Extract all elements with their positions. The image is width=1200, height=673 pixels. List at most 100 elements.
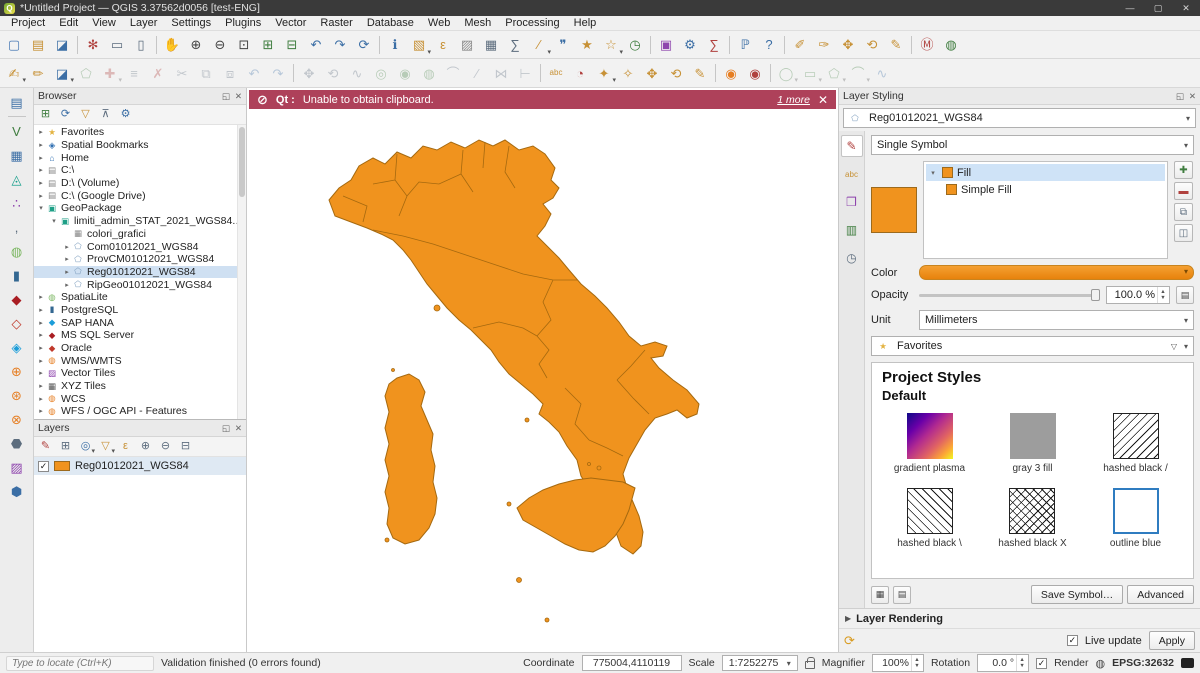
map-canvas[interactable]: ⊘ Qt : Unable to obtain clipboard. 1 mor… [247,88,838,652]
expander-icon[interactable]: ▸ [36,128,46,136]
menu-item[interactable]: Layer [123,17,165,29]
change-label-button[interactable]: ✎ [884,33,908,57]
digitize-rectangle-button[interactable]: ▭ [798,61,822,85]
fill-ring-button[interactable]: ◍ [417,61,441,85]
browser-tree-item[interactable]: ▸ ◆ Oracle [34,342,246,355]
browser-tree-item[interactable]: ▸ ▤ C:\ (Google Drive) [34,189,246,202]
list-view-button[interactable]: ▤ [893,586,911,604]
new-print-layout-button[interactable]: ▭ [105,33,129,57]
expander-icon[interactable]: ▸ [62,243,72,251]
new-project-button[interactable]: ▢ [2,33,26,57]
menu-item[interactable]: Help [567,17,604,29]
browser-tree-item[interactable]: ▸ ◍ WMS/WMTS [34,354,246,367]
layer-item[interactable]: Reg01012021_WGS84 [34,457,246,475]
menu-item[interactable]: Edit [52,17,85,29]
close-icon[interactable]: ✕ [235,91,242,102]
duplicate-symbol-layer-button[interactable]: ⧉ [1174,203,1193,221]
expander-icon[interactable]: ▸ [36,357,46,365]
undo-button[interactable]: ↶ [242,61,266,85]
menu-item[interactable]: Plugins [218,17,268,29]
statistical-summary-button[interactable]: ∑ [503,33,527,57]
expander-icon[interactable]: ▸ [36,179,46,187]
statistics-panel-button[interactable]: ∑ [702,33,726,57]
python-console-button[interactable]: ℙ [733,33,757,57]
browser-tree-item[interactable]: ▸ ⬠ Com01012021_WGS84 [34,240,246,253]
expander-icon[interactable]: ▸ [36,369,46,377]
unit-select[interactable]: Millimeters ▾ [919,310,1194,330]
new-bookmark-button[interactable]: ★ [575,33,599,57]
help-button[interactable]: ? [757,33,781,57]
cut-features-button[interactable]: ✂ [170,61,194,85]
vertex-tool-button[interactable]: ✚ [98,61,122,85]
render-checkbox[interactable] [1036,658,1047,669]
rotate-label-tool-button[interactable]: ⟲ [664,61,688,85]
rotation-spinbox[interactable]: 0.0 ° ▲▼ [977,654,1029,672]
add-ring-button[interactable]: ◎ [369,61,393,85]
multiedit-attributes-button[interactable]: ≡ [122,61,146,85]
expander-icon[interactable]: ▸ [36,154,46,162]
zoom-in-button[interactable]: ⊕ [184,33,208,57]
layer-visibility-checkbox[interactable] [38,461,49,472]
zoom-to-layer-button[interactable]: ⊟ [280,33,304,57]
expander-icon[interactable]: ▸ [62,281,72,289]
live-update-checkbox[interactable] [1067,635,1078,646]
add-raster-layer-button[interactable]: ▦ [4,143,30,167]
style-outline-blue[interactable]: outline blue [1110,488,1161,549]
add-wms-layer-button[interactable]: ⊕ [4,359,30,383]
layer-labeling-button[interactable]: abc [544,61,568,85]
add-delimited-text-layer-button[interactable]: , [4,215,30,239]
browser-tree-item[interactable]: ▾ ▣ limiti_admin_STAT_2021_WGS84.gpkg [34,215,246,228]
expander-icon[interactable]: ▾ [36,204,46,212]
coordinate-field[interactable]: 775004,4110119 [582,655,682,671]
add-vector-tile-layer-button[interactable]: ▨ [4,455,30,479]
save-layer-edits-button[interactable]: ◪ [50,61,74,85]
pin-labels-button[interactable]: ✐ [788,33,812,57]
expand-all-icon[interactable]: ⊕ [136,438,155,456]
remove-symbol-layer-button[interactable]: ▬ [1174,182,1193,200]
styling-layer-select[interactable]: ⬠ Reg01012021_WGS84 ▾ [843,108,1196,128]
identify-features-button[interactable]: ℹ [383,33,407,57]
expander-icon[interactable]: ▸ [36,331,46,339]
open-project-button[interactable]: ▤ [26,33,50,57]
lock-symbol-color-button[interactable]: ◫ [1174,224,1193,242]
remove-layer-icon[interactable]: ⊟ [176,438,195,456]
browser-tree-item[interactable]: ▸ ◍ WFS / OGC API - Features [34,405,246,418]
browser-tree-item[interactable]: ▸ ⬠ RipGeo01012021_WGS84 [34,278,246,291]
move-label-diagram-button[interactable]: ✥ [640,61,664,85]
move-label-button[interactable]: ✥ [836,33,860,57]
digitize-regular-polygon-button[interactable]: ⬠ [822,61,846,85]
browser-tree-item[interactable]: ▸ ◆ MS SQL Server [34,329,246,342]
simplify-feature-button[interactable]: ∿ [345,61,369,85]
opacity-slider[interactable] [919,288,1100,302]
expander-icon[interactable]: ▸ [36,382,46,390]
add-wfs-layer-button[interactable]: ⊛ [4,383,30,407]
layout-manager-button[interactable]: ▯ [129,33,153,57]
current-edits-button[interactable]: ✍ [2,61,26,85]
browser-tree-item[interactable]: ▸ ▤ C:\ [34,164,246,177]
icon-view-button[interactable]: ▦ [871,586,889,604]
add-wcs-layer-button[interactable]: ⊗ [4,407,30,431]
add-spatialite-layer-button[interactable]: ◍ [4,239,30,263]
apply-button[interactable]: Apply [1149,631,1195,650]
browser-tree-item[interactable]: ▸ ⌂ Home [34,151,246,164]
expander-icon[interactable]: ▸ [36,192,46,200]
pan-map-button[interactable]: ✋ [160,33,184,57]
opacity-spinbox[interactable]: 100.0 % ▲▼ [1106,286,1170,304]
message-close-icon[interactable]: ✕ [818,93,828,107]
delete-selected-button[interactable]: ✗ [146,61,170,85]
browser-scrollbar[interactable] [237,125,246,419]
tab-3d-view[interactable]: ❒ [841,191,863,213]
browser-tree-item[interactable]: ▸ ★ Favorites [34,126,246,139]
select-features-button[interactable]: ▧ [407,33,431,57]
browser-collapse-all-icon[interactable]: ⊼ [96,106,115,124]
browser-tree-item[interactable]: ▸ ⬠ ProvCM01012021_WGS84 [34,253,246,266]
zoom-last-button[interactable]: ↶ [304,33,328,57]
spin-arrows-icon[interactable]: ▲▼ [1016,655,1027,671]
collapse-all-icon[interactable]: ⊖ [156,438,175,456]
tab-diagrams[interactable]: ▥ [841,219,863,241]
add-group-icon[interactable]: ⊞ [56,438,75,456]
expander-icon[interactable]: ▾ [49,217,59,225]
stream-digitizing-button[interactable]: ∿ [870,61,894,85]
change-label-properties-button[interactable]: ✎ [688,61,712,85]
menu-item[interactable]: Web [421,17,457,29]
